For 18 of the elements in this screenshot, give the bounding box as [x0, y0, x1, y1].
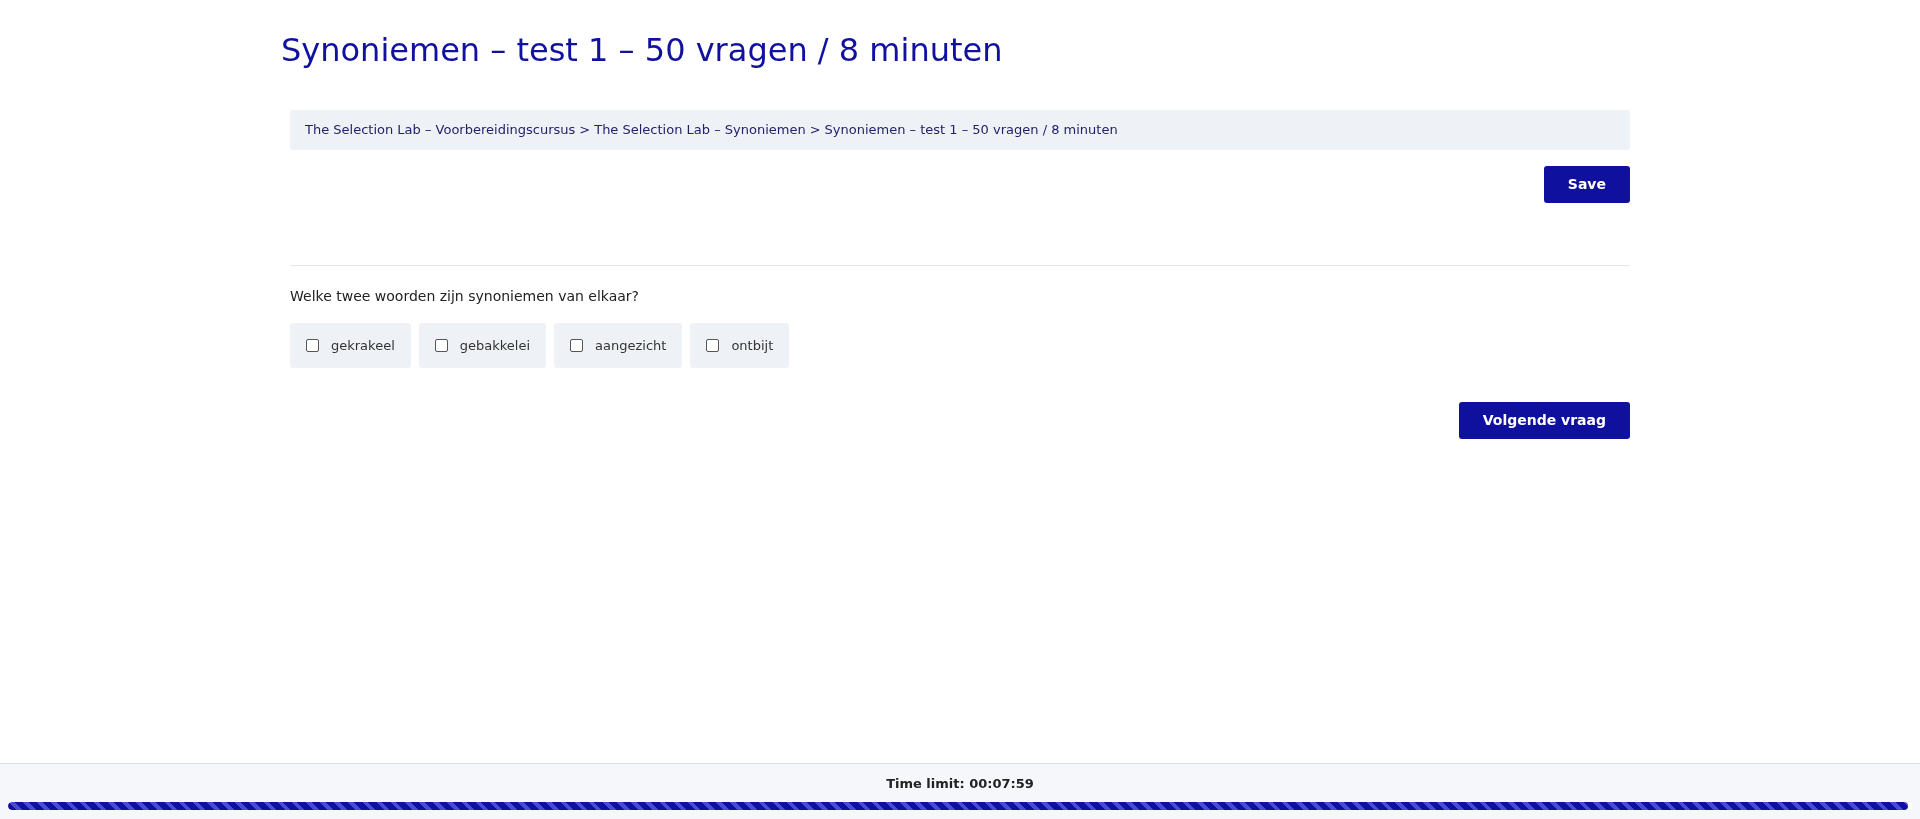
breadcrumb-link[interactable]: Synoniemen – test 1 – 50 vragen / 8 minuten	[824, 120, 1118, 140]
checkbox[interactable]	[706, 338, 720, 352]
answer-option[interactable]: gekrakeel	[290, 322, 411, 368]
breadcrumb-link[interactable]: The Selection Lab – Voorbereidingscursus	[305, 120, 576, 140]
next-question-button[interactable]: Volgende vraag	[1458, 402, 1630, 439]
breadcrumb-separator: >	[809, 121, 821, 139]
answer-option[interactable]: ontbijt	[690, 322, 790, 368]
checkbox[interactable]	[570, 338, 584, 352]
question-text: Welke twee woorden zijn synoniemen van elkaar?	[290, 286, 641, 306]
breadcrumb-link[interactable]: The Selection Lab – Synoniemen	[594, 120, 806, 140]
time-limit-text: Time limit: 00:07:59	[885, 775, 1035, 793]
save-button[interactable]: Save	[1543, 165, 1630, 203]
checkbox[interactable]	[306, 338, 319, 352]
answer-option[interactable]: gebakkelei	[418, 322, 547, 368]
checkbox[interactable]	[434, 338, 448, 352]
answer-option[interactable]: aangezicht	[554, 322, 683, 368]
page-title: Synoniemen – test 1 – 50 vragen / 8 minuten	[281, 30, 1004, 71]
breadcrumb-separator: >	[579, 121, 591, 139]
